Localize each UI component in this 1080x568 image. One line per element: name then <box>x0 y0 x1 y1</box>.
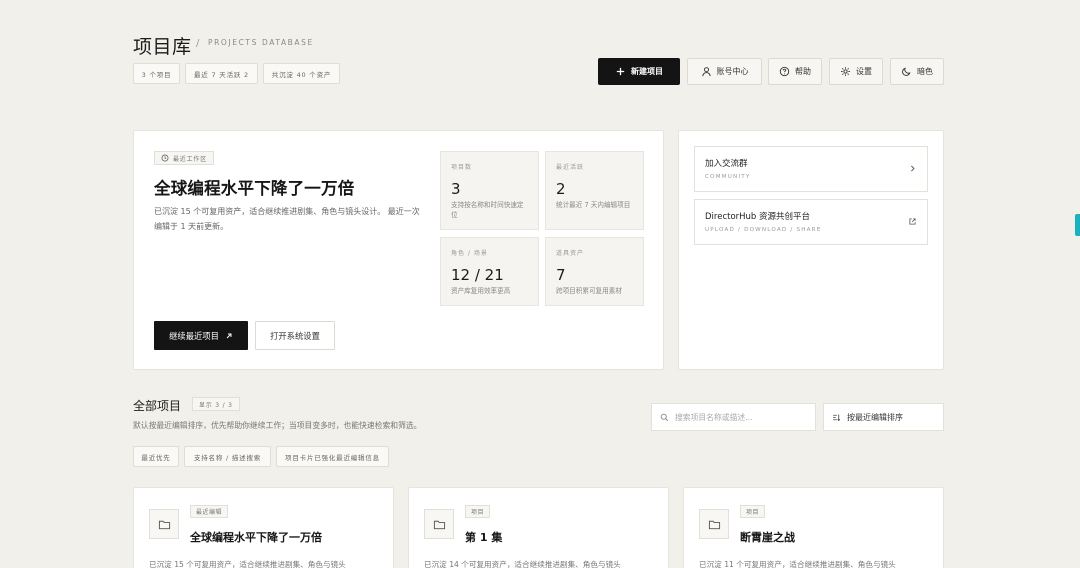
clock-icon <box>161 154 169 162</box>
sort-select[interactable]: 按最近编辑排序 <box>823 403 944 431</box>
arrow-up-right-icon <box>225 332 233 340</box>
stat-label: 项目数 <box>451 164 473 171</box>
stat-card-props: 道具资产 7 跨项目积累可复用素材 <box>545 237 644 306</box>
theme-toggle-button[interactable]: 暗色 <box>890 58 944 85</box>
folder-icon-box <box>149 509 179 539</box>
stat-value: 2 <box>556 180 566 198</box>
project-tag: 项目 <box>740 505 766 518</box>
chip-total-assets: 共沉淀 40 个资产 <box>263 63 340 84</box>
join-community-link[interactable]: 加入交流群 COMMUNITY <box>694 146 928 192</box>
project-tag: 最近编辑 <box>190 505 229 518</box>
user-icon <box>701 66 712 77</box>
stat-label: 最近活跃 <box>556 164 585 171</box>
sort-label: 按最近编辑排序 <box>847 412 903 422</box>
folder-icon <box>708 520 720 529</box>
directorhub-link[interactable]: DirectorHub 资源共创平台 UPLOAD / DOWNLOAD / S… <box>694 199 928 245</box>
folder-icon <box>433 520 445 529</box>
stat-sub: 支持按名称和时间快速定位 <box>451 201 524 219</box>
filter-chip-recent-edit-info[interactable]: 项目卡片已强化最近编辑信息 <box>276 446 389 467</box>
project-description: 已沉淀 11 个可复用资产，适合继续推进剧集、角色与镜头 <box>699 560 896 568</box>
page-title: 项目库 <box>133 36 192 58</box>
recent-workspace-badge: 最近工作区 <box>154 151 215 165</box>
page-subtitle: PROJECTS DATABASE <box>208 38 314 47</box>
search-placeholder: 搜索项目名称或描述... <box>675 412 753 422</box>
project-description: 已沉淀 14 个可复用资产，适合继续推进剧集、角色与镜头 <box>424 560 621 568</box>
stat-label: 角色 / 场景 <box>451 250 488 257</box>
project-title: 全球编程水平下降了一万倍 <box>190 531 322 544</box>
stat-card-recent-active: 最近活跃 2 统计最近 7 天内编辑项目 <box>545 151 644 230</box>
stat-value: 7 <box>556 266 566 284</box>
settings-button[interactable]: 设置 <box>829 58 883 85</box>
recent-workspace-badge-label: 最近工作区 <box>173 155 208 163</box>
chip-project-count: 3 个项目 <box>133 63 180 84</box>
stat-value: 3 <box>451 180 461 198</box>
project-title: 断霄崖之战 <box>740 531 795 544</box>
all-projects-title: 全部项目 <box>133 399 182 413</box>
title-separator: / <box>196 38 200 49</box>
chip-recent-active: 最近 7 天活跃 2 <box>185 63 258 84</box>
all-projects-description: 默认按最近编辑排序，优先帮助你继续工作；当项目变多时，也能快速检索和筛选。 <box>133 421 422 430</box>
hero-title: 全球编程水平下降了一万倍 <box>154 179 355 198</box>
join-community-title: 加入交流群 <box>705 159 748 169</box>
gear-icon <box>840 66 851 77</box>
plus-icon <box>615 66 626 77</box>
project-card[interactable]: 项目 第 1 集 已沉淀 14 个可复用资产，适合继续推进剧集、角色与镜头 <box>408 487 669 568</box>
directorhub-title: DirectorHub 资源共创平台 <box>705 212 811 222</box>
new-project-label: 新建项目 <box>631 67 663 76</box>
join-community-sub: COMMUNITY <box>705 174 751 180</box>
project-description: 已沉淀 15 个可复用资产，适合继续推进剧集、角色与镜头 <box>149 560 346 568</box>
project-card[interactable]: 最近编辑 全球编程水平下降了一万倍 已沉淀 15 个可复用资产，适合继续推进剧集… <box>133 487 394 568</box>
stat-sub: 资产库复用效率更高 <box>451 287 511 295</box>
account-center-label: 账号中心 <box>716 67 749 76</box>
stat-card-projects: 项目数 3 支持按名称和时间快速定位 <box>440 151 539 230</box>
help-button[interactable]: 帮助 <box>768 58 822 85</box>
help-label: 帮助 <box>795 67 811 76</box>
external-link-icon <box>908 217 917 226</box>
search-input[interactable]: 搜索项目名称或描述... <box>651 403 816 431</box>
continue-recent-project-label: 继续最近项目 <box>169 330 219 341</box>
project-tag: 项目 <box>465 505 491 518</box>
stat-card-characters-scenes: 角色 / 场景 12 / 21 资产库复用效率更高 <box>440 237 539 306</box>
sort-lines-icon <box>832 413 841 422</box>
help-circle-icon <box>779 66 790 77</box>
search-icon <box>660 413 669 422</box>
stat-sub: 跨项目积累可复用素材 <box>556 287 622 295</box>
hero-description: 已沉淀 15 个可复用资产，适合继续推进剧集、角色与镜头设计。 最近一次编辑于 … <box>154 207 420 231</box>
open-system-settings-button[interactable]: 打开系统设置 <box>255 321 335 350</box>
stat-value: 12 / 21 <box>451 266 504 284</box>
continue-recent-project-button[interactable]: 继续最近项目 <box>154 321 248 350</box>
filter-chip-recent-first[interactable]: 最近优先 <box>133 446 179 467</box>
folder-icon <box>158 520 170 529</box>
stat-label: 道具资产 <box>556 250 585 257</box>
folder-icon-box <box>424 509 454 539</box>
project-card[interactable]: 项目 断霄崖之战 已沉淀 11 个可复用资产，适合继续推进剧集、角色与镜头 <box>683 487 944 568</box>
theme-toggle-label: 暗色 <box>917 67 933 76</box>
account-center-button[interactable]: 账号中心 <box>687 58 762 85</box>
project-title: 第 1 集 <box>465 531 503 544</box>
scroll-indicator[interactable] <box>1075 214 1080 236</box>
folder-icon-box <box>699 509 729 539</box>
filter-chip-name-desc-search[interactable]: 支持名称 / 描述搜索 <box>184 446 271 467</box>
directorhub-sub: UPLOAD / DOWNLOAD / SHARE <box>705 227 822 233</box>
stat-sub: 统计最近 7 天内编辑项目 <box>556 201 631 209</box>
new-project-button[interactable]: 新建项目 <box>598 58 680 85</box>
moon-icon <box>901 66 912 77</box>
chevron-right-icon <box>908 164 917 173</box>
settings-label: 设置 <box>856 67 872 76</box>
project-count-badge: 显示 3 / 3 <box>192 397 240 411</box>
